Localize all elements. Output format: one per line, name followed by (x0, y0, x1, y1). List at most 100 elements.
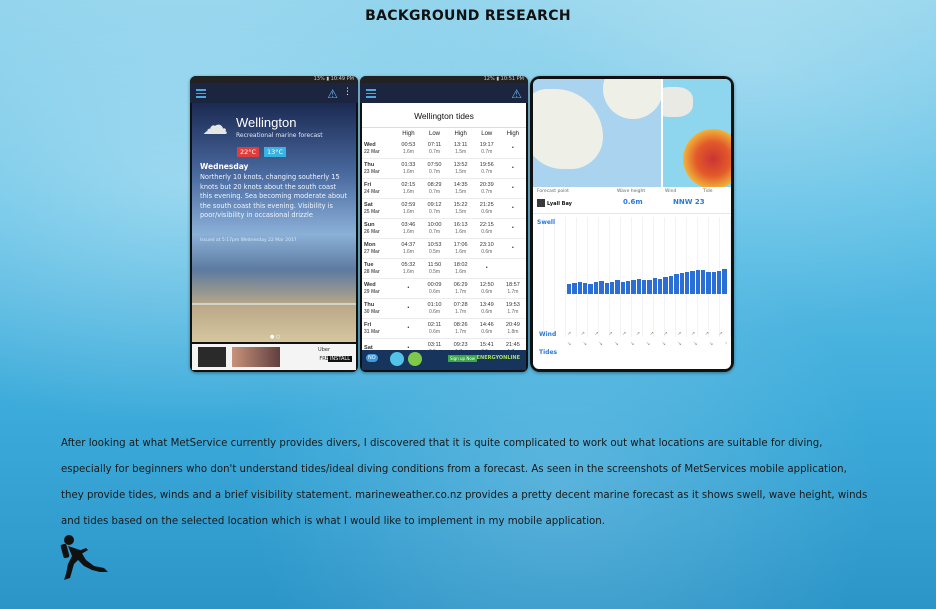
tide-cell: • (395, 298, 422, 319)
location-icon (537, 199, 545, 207)
map-land (603, 79, 661, 119)
tide-cell: 23:10 0.6m (473, 238, 500, 259)
tide-row: Sat•03:110.5m09:231.7m15:410.5m21:451.7m (362, 338, 526, 350)
tide-column-header: High (454, 131, 467, 137)
swell-bar (658, 278, 663, 294)
tide-cell: 13:11 1.5m (447, 139, 474, 159)
tide-cell: 10:00 0.7m (421, 218, 448, 239)
swell-bar (668, 276, 674, 294)
tide-cell: 06:29 1.7m (447, 278, 474, 299)
marine-screen: Forecast point Wave height Wind Tide Lya… (533, 79, 731, 369)
tide-row: Wed 29 Mar • 00:09 0.6m 06:29 1.7m 12:50 0.6m 18:… (362, 278, 526, 299)
page-indicator: ● ○ (270, 334, 281, 340)
swell-bar (631, 280, 636, 294)
wind-arrows: ↗ ↗ ↗ ↗ ↗ ↗ ↗ ↗ ↗ ↗ ↗ ↗ ↗ ↗ ↗ ↗ ↗ ↗ ↗ ↗ (567, 331, 727, 337)
tide-cell: 22:15 0.6m (473, 218, 500, 239)
tide-column-header: High (506, 131, 520, 137)
wind-label: Wind (665, 189, 677, 194)
tide-row: Mon 27 Mar 04:37 1.6m 10:53 0.5m 17:06 1.6m 23:1… (362, 238, 526, 259)
tide-cell: 14:46 0.6m (473, 318, 500, 339)
tides-row-label: Tides (539, 349, 558, 356)
swell-bar (577, 282, 583, 294)
swell-bar (722, 269, 727, 294)
tide-row: Sun 26 Mar 03:46 1.6m 10:00 0.7m 16:13 1.6m 22:1… (362, 218, 526, 239)
tide-cell: 04:37 1.6m (395, 238, 422, 259)
swell-bar (615, 280, 620, 294)
ad-banner: Uber FREE INSTALL (192, 344, 356, 370)
forecast-point-label: Forecast point (537, 189, 569, 194)
swell-bar (567, 284, 572, 294)
swell-bar (609, 282, 615, 294)
tide-row: Wed 22 Mar 00:53 1.6m 07:11 0.7m 13:11 1.5m 19:1… (362, 139, 526, 159)
swell-bar (706, 271, 711, 294)
tide-cell: 19:56 0.7m (473, 158, 500, 179)
screenshot-metservice-forecast: 13% ▮ 10:49 PM ⚠ ⋮ ☁ Wellington Recreati… (190, 76, 358, 372)
ad-circle-1 (390, 352, 404, 366)
tide-cell: • (499, 198, 526, 219)
tide-day-cell: Fri 31 Mar (362, 318, 396, 339)
wave-height-value: 0.6m (623, 198, 643, 206)
tide-cell: 02:11 0.6m (421, 318, 448, 339)
tide-cell: 11:50 0.5m (421, 258, 448, 279)
horizon-line (192, 303, 356, 305)
tide-cell: 20:39 0.7m (473, 178, 500, 199)
tide-cell: • (499, 158, 526, 179)
tide-cell: 15:22 1.5m (447, 198, 474, 219)
tide-cell: 21:25 0.6m (473, 198, 500, 219)
tide-cell: 15:410.5m (473, 338, 500, 350)
tide-row: Sat 25 Mar 02:59 1.6m 09:12 0.7m 15:22 1.5m 21:2… (362, 198, 526, 219)
swell-bar (642, 280, 647, 294)
app-bar: ⚠ ⋮ (190, 83, 358, 103)
swell-bar (652, 278, 658, 294)
warning-icon: ⚠ (327, 87, 338, 101)
forecast-text: Northerly 10 knots, changing southerly 1… (200, 173, 347, 219)
tide-cell: 00:09 0.6m (421, 278, 448, 299)
tide-cell: • (499, 139, 526, 159)
tide-cell: 05:32 1.6m (395, 258, 422, 279)
tide-day-cell: Fri 24 Mar (362, 178, 396, 199)
tide-cell: 02:15 1.6m (395, 178, 422, 199)
tide-column-header (362, 128, 395, 139)
tide-cell: 18:02 1.6m (447, 258, 474, 279)
tide-cell: 00:53 1.6m (395, 139, 422, 159)
more-icon: ⋮ (343, 87, 352, 97)
tide-cell: 01:10 0.6m (421, 298, 448, 319)
ad-banner: NO Sign up Now ENERGYONLINE (362, 350, 526, 370)
tide-cell: 13:49 0.6m (473, 298, 500, 319)
tide-row: Fri 24 Mar 02:15 1.6m 08:29 0.7m 14:35 1.5m 20:3… (362, 178, 526, 199)
forecast-screen: ☁ Wellington Recreational marine forecas… (192, 103, 356, 342)
forecast-day: Wednesday (200, 162, 249, 171)
tide-row: Thu 30 Mar • 01:10 0.6m 07:28 1.7m 13:49 0.6m 19:… (362, 298, 526, 319)
tide-cell: 12:50 0.6m (473, 278, 500, 299)
ad-signup-button: Sign up Now (448, 355, 478, 362)
tide-day-cell: Sun 26 Mar (362, 218, 396, 239)
tide-cell: 17:06 1.6m (447, 238, 474, 259)
ad-photo (232, 347, 280, 367)
swell-bar (647, 279, 652, 294)
swell-bar (588, 283, 593, 294)
tide-cell: 02:59 1.6m (395, 198, 422, 219)
tide-day-cell: Thu 23 Mar (362, 158, 396, 179)
swell-bar (625, 281, 631, 294)
tides-screen: Wellington tides High Low High Low High Wed 2… (362, 103, 526, 350)
tide-column-header: High (402, 131, 415, 137)
tide-column-header: Low (481, 131, 493, 137)
tide-cell: 07:28 1.7m (447, 298, 474, 319)
tide-label: Tide (703, 189, 713, 194)
menu-icon (366, 89, 376, 100)
swell-bar (717, 270, 722, 294)
tide-column-header: Low (428, 131, 440, 137)
swell-bar (604, 282, 609, 294)
tide-day-cell: Sat 25 Mar (362, 198, 396, 219)
tide-cell: • (395, 318, 422, 339)
tide-cell: 08:29 0.7m (421, 178, 448, 199)
swell-heat-blob (683, 129, 731, 187)
tide-cell: 08:26 1.7m (447, 318, 474, 339)
tide-cell: 16:13 1.6m (447, 218, 474, 239)
tides-table: High Low High Low High Wed 22 Mar 00:53 1.6m 07:… (362, 128, 526, 350)
swell-bar (690, 270, 695, 294)
tide-day-cell: Sat (362, 338, 396, 350)
tide-cell: 18:57 1.7m (499, 278, 526, 299)
swell-bar (620, 282, 625, 294)
app-bar: ⚠ (360, 83, 528, 103)
